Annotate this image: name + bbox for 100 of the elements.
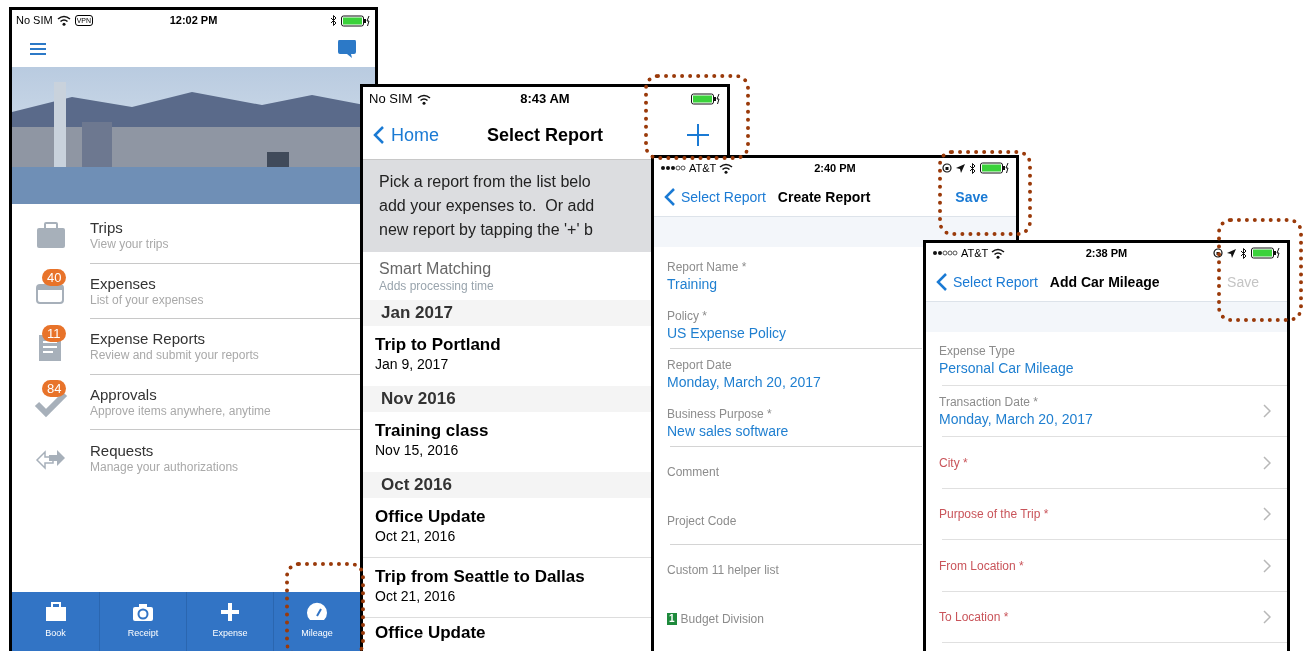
form-field[interactable]: Expense Type Personal Car Mileage	[926, 334, 1287, 386]
back-chevron-icon	[373, 125, 385, 145]
screen-title: Create Report	[777, 187, 872, 207]
form-field[interactable]: Comment	[654, 447, 922, 496]
field-label: Budget Division	[680, 610, 764, 627]
form-field[interactable]: To Location *	[926, 591, 1287, 643]
field-label: To Location *	[939, 609, 1009, 626]
save-button[interactable]: Save	[955, 186, 1006, 208]
menu-item-subtitle: Manage your authorizations	[90, 459, 239, 475]
location-arrow-icon	[1227, 248, 1236, 258]
smart-matching-title: Smart Matching	[379, 258, 492, 279]
smart-matching-row[interactable]: Smart Matching Adds processing time	[363, 252, 651, 300]
field-label: Custom 11 helper list	[667, 561, 779, 578]
menu-item-subtitle: List of your expenses	[90, 292, 204, 308]
report-title: Training class	[375, 420, 489, 441]
field-label: Policy *	[667, 307, 707, 324]
menu-item[interactable]: Trips View your trips	[12, 208, 360, 264]
plus-icon	[687, 124, 709, 146]
bluetooth-icon	[1240, 247, 1247, 259]
wifi-icon	[719, 162, 734, 174]
carrier-label: No SIM	[16, 13, 53, 29]
menu-item-title: Requests	[90, 440, 154, 460]
battery-icon	[691, 93, 721, 105]
form-field[interactable]: Business Purpose * New sales software	[654, 398, 922, 447]
status-time: 12:02 PM	[168, 13, 219, 29]
section-header: Oct 2016	[363, 472, 651, 498]
menu-item[interactable]: 11 Expense Reports Review and submit your reports	[12, 319, 360, 375]
menu-button[interactable]	[30, 42, 46, 56]
status-time: 8:43 AM	[519, 90, 571, 109]
menu-item-subtitle: View your trips	[90, 237, 169, 253]
report-title: Trip to Portland	[375, 334, 501, 355]
section-header: Jan 2017	[363, 300, 651, 326]
form-field[interactable]: Purpose of the Trip *	[926, 488, 1287, 540]
rotation-lock-icon	[1213, 248, 1223, 258]
form-field[interactable]: Project Code	[654, 496, 922, 545]
field-label: Business Purpose *	[667, 405, 772, 422]
count-badge: 84	[42, 380, 67, 398]
field-label: Report Date	[667, 356, 732, 373]
report-title: Office Update	[375, 506, 486, 527]
suitcase-icon	[44, 602, 67, 623]
report-title: Office Update	[375, 622, 486, 643]
menu-item-title: Trips	[90, 218, 123, 238]
chat-bubble-icon	[337, 39, 357, 59]
form-field[interactable]: Custom 11 helper list	[654, 545, 922, 594]
field-label: Project Code	[667, 512, 737, 529]
count-badge: 11	[42, 324, 66, 342]
menu-item-subtitle: Approve items anywhere, anytime	[90, 403, 271, 419]
back-chevron-icon	[664, 187, 676, 207]
battery-icon	[980, 162, 1010, 174]
info-text-line: new report by tapping the '+' b	[379, 220, 593, 240]
form-field[interactable]: Policy * US Expense Policy	[654, 300, 922, 349]
back-button[interactable]: Home	[373, 121, 473, 149]
report-row[interactable]: Training class Nov 15, 2016	[363, 412, 651, 472]
menu-item[interactable]: 40 Expenses List of your expenses	[12, 263, 360, 319]
screen-title: Add Car Mileage	[1049, 272, 1161, 292]
field-label: City *	[939, 454, 968, 471]
speedometer-icon	[306, 602, 328, 623]
back-button[interactable]: Select Report	[936, 271, 1038, 293]
battery-icon	[341, 14, 371, 27]
form-field[interactable]: Report Date Monday, March 20, 2017	[654, 349, 922, 398]
report-date: Nov 15, 2016	[375, 441, 459, 459]
menu-item[interactable]: Requests Manage your authorizations	[12, 430, 360, 486]
menu-item[interactable]: 84 Approvals Approve items anywhere, anytime	[12, 374, 360, 430]
info-text-line: Pick a report from the list belo	[379, 172, 591, 192]
report-row[interactable]: Office Update	[363, 618, 651, 646]
form-field[interactable]: Report Name * Training	[654, 251, 922, 300]
field-label: Transaction Date *	[939, 394, 1038, 411]
tab-bar-button[interactable]: Book	[12, 592, 99, 651]
field-label: Expense Type	[939, 342, 1015, 359]
bluetooth-icon	[330, 15, 337, 26]
wifi-icon	[991, 247, 1006, 259]
rotation-lock-icon	[942, 163, 952, 173]
field-value: Personal Car Mileage	[939, 358, 1074, 377]
report-date: Oct 21, 2016	[375, 587, 456, 605]
back-button[interactable]: Select Report	[664, 186, 766, 208]
menu-icon	[30, 42, 46, 56]
form-field[interactable]: Transaction Date * Monday, March 20, 2017	[926, 385, 1287, 437]
back-chevron-icon	[936, 272, 948, 292]
menu-item-title: Approvals	[90, 384, 157, 404]
carrier-label: AT&T	[689, 160, 717, 176]
tab-bar-button[interactable]: Receipt	[99, 592, 186, 651]
field-value: New sales software	[667, 421, 789, 440]
menu-item-subtitle: Review and submit your reports	[90, 348, 259, 364]
field-label: Purpose of the Trip *	[939, 506, 1049, 523]
field-value: Training	[667, 274, 718, 293]
report-row[interactable]: Trip to Portland Jan 9, 2017	[363, 326, 651, 386]
form-field[interactable]: 1 Budget Division	[654, 594, 922, 643]
bluetooth-icon	[969, 162, 976, 174]
menu-item-title: Expense Reports	[90, 329, 206, 349]
info-text-line: add your expenses to. Or add	[379, 196, 595, 216]
wifi-icon	[417, 93, 432, 105]
battery-icon	[1251, 247, 1281, 259]
status-time: 2:40 PM	[813, 160, 857, 176]
chat-button[interactable]	[337, 39, 357, 59]
tab-bar-button[interactable]: Expense	[186, 592, 273, 651]
form-field[interactable]: City *	[926, 437, 1287, 489]
status-time: 2:38 PM	[1084, 245, 1129, 261]
location-arrow-icon	[956, 163, 965, 173]
smart-matching-subtitle: Adds processing time	[379, 278, 494, 294]
form-field[interactable]: From Location *	[926, 540, 1287, 592]
